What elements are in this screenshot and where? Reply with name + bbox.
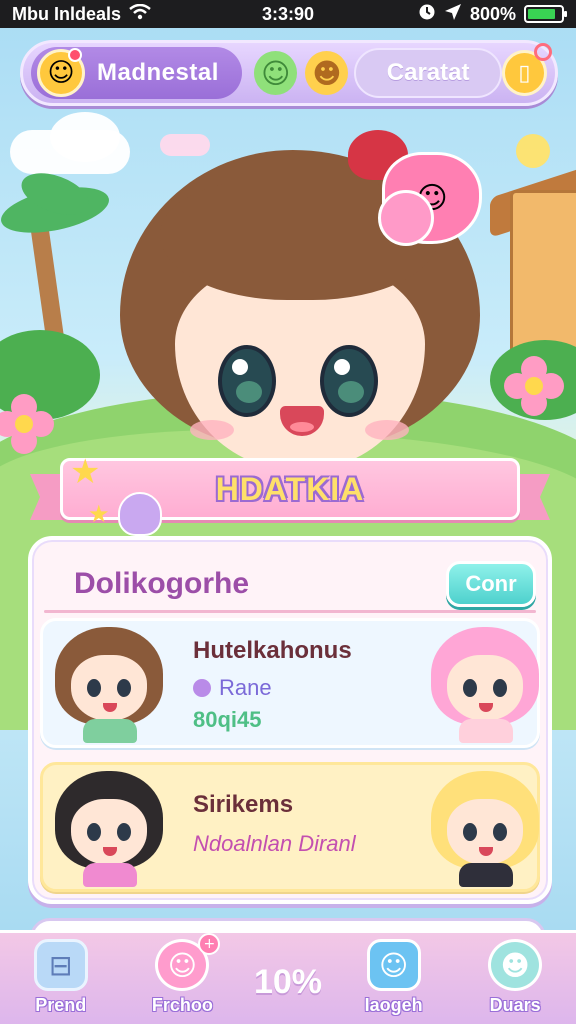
banner-title: HDATKIA	[215, 470, 365, 507]
avatar	[49, 623, 169, 743]
cloud	[50, 112, 120, 162]
battery-percent: 800%	[469, 3, 516, 24]
card-header: Dolikogorhe Conr	[44, 552, 536, 616]
nav-item-prend[interactable]: ⊟ Prend	[11, 939, 111, 1016]
avatar-eye	[87, 823, 101, 841]
avatar	[425, 623, 545, 743]
status-bar: Mbu Inldeals 3:3:90 800%	[0, 0, 576, 28]
avatar-eye	[493, 823, 507, 841]
list-item-name: Hutelkahonus	[193, 637, 352, 664]
avatar-eye	[117, 823, 131, 841]
avatar-eye	[463, 679, 477, 697]
profile-pill[interactable]: ☺ Madnestal	[31, 47, 243, 99]
star-icon: ★	[88, 500, 110, 528]
nav-label: Frchoo	[151, 995, 213, 1015]
cart-icon: ⊟	[33, 939, 88, 991]
carrier-name: Mbu Inldeals	[12, 3, 122, 24]
character-list-card: Dolikogorhe Conr Hutelkahonus Rane 80qi4…	[28, 536, 552, 904]
avatar-eye	[87, 679, 101, 697]
nav-label: Iaogeh	[364, 995, 423, 1015]
continue-button[interactable]: Conr	[446, 561, 536, 607]
carrier-group: Mbu Inldeals	[12, 3, 418, 25]
document-icon[interactable]: ▯	[501, 43, 553, 96]
status-dot-icon	[193, 679, 211, 697]
list-item[interactable]: Sirikems Ndoalnlan Diranl	[40, 762, 540, 892]
top-bar: ☺ Madnestal ☺ ☻ Caratat ▯	[20, 40, 558, 106]
battery-level	[528, 9, 556, 19]
list-item-status: Rane	[193, 675, 352, 701]
battery-icon	[524, 5, 567, 23]
nav-label: Duars	[489, 995, 541, 1015]
list-item-name: Sirikems	[193, 791, 294, 818]
alarm-icon	[418, 3, 436, 26]
list-item-text: Hutelkahonus Rane 80qi45	[193, 637, 352, 733]
list-item-value: 80qi45	[193, 707, 262, 732]
bottom-nav: ⊟ Prend ☺ + Frchoo 10% ☺ Iaogeh ☻ Duars	[0, 930, 576, 1024]
smiley-face-icon[interactable]: ☺	[37, 48, 85, 97]
pink-flower-hairclip	[378, 190, 434, 246]
hero-eye-right	[320, 345, 378, 417]
yellow-cat-icon[interactable]: ☻	[305, 51, 349, 95]
avatar-body	[459, 863, 513, 887]
card-title: Dolikogorhe	[74, 567, 250, 600]
smiley-glyph: ☺	[47, 58, 75, 88]
nav-item-duars[interactable]: ☻ Duars	[465, 939, 565, 1016]
chat-icon: ☺	[366, 939, 421, 991]
avatar-eye	[463, 823, 477, 841]
nav-item-frchoo[interactable]: ☺ + Frchoo	[132, 933, 232, 1016]
nav-label: Prend	[35, 995, 87, 1015]
hero-blush	[190, 420, 234, 440]
list-item-text: Sirikems Ndoalnlan Diranl	[193, 791, 356, 857]
star-icon: ★	[70, 452, 101, 492]
wifi-icon	[129, 3, 151, 25]
nav-item-iaogeh[interactable]: ☺ Iaogeh	[344, 939, 444, 1016]
avatar-body	[459, 719, 513, 743]
pet-icon: ☻	[488, 939, 543, 991]
list-item-subtitle: Ndoalnlan Diranl	[193, 831, 356, 856]
sun	[516, 134, 550, 168]
list-item[interactable]: Hutelkahonus Rane 80qi45	[40, 618, 540, 748]
currency-pill-label: Caratat	[386, 59, 470, 86]
hero-character: ☺	[120, 130, 482, 470]
flower	[0, 394, 54, 454]
list-item-status-label: Rane	[219, 675, 272, 700]
avatar-body	[83, 719, 137, 743]
currency-pill[interactable]: Caratat	[354, 48, 502, 98]
location-icon	[444, 3, 462, 26]
hero-eye-left	[218, 345, 276, 417]
avatar	[425, 767, 545, 887]
hero-blush	[365, 420, 409, 440]
card-divider	[44, 610, 536, 613]
nav-center-progress: 10%	[253, 963, 322, 1001]
avatar-body	[83, 863, 137, 887]
purple-ghost-icon	[118, 492, 162, 536]
flower	[504, 356, 564, 416]
avatar	[49, 767, 169, 887]
status-right-group: 800%	[418, 3, 567, 26]
avatar-eye	[493, 679, 507, 697]
plus-icon: +	[198, 933, 221, 955]
profile-pill-label: Madnestal	[97, 59, 219, 86]
avatar-eye	[117, 679, 131, 697]
house	[510, 190, 576, 360]
green-mascot-icon[interactable]: ☺	[254, 51, 298, 95]
notification-dot	[68, 48, 82, 62]
title-banner: HDATKIA ★ ★	[30, 452, 550, 536]
